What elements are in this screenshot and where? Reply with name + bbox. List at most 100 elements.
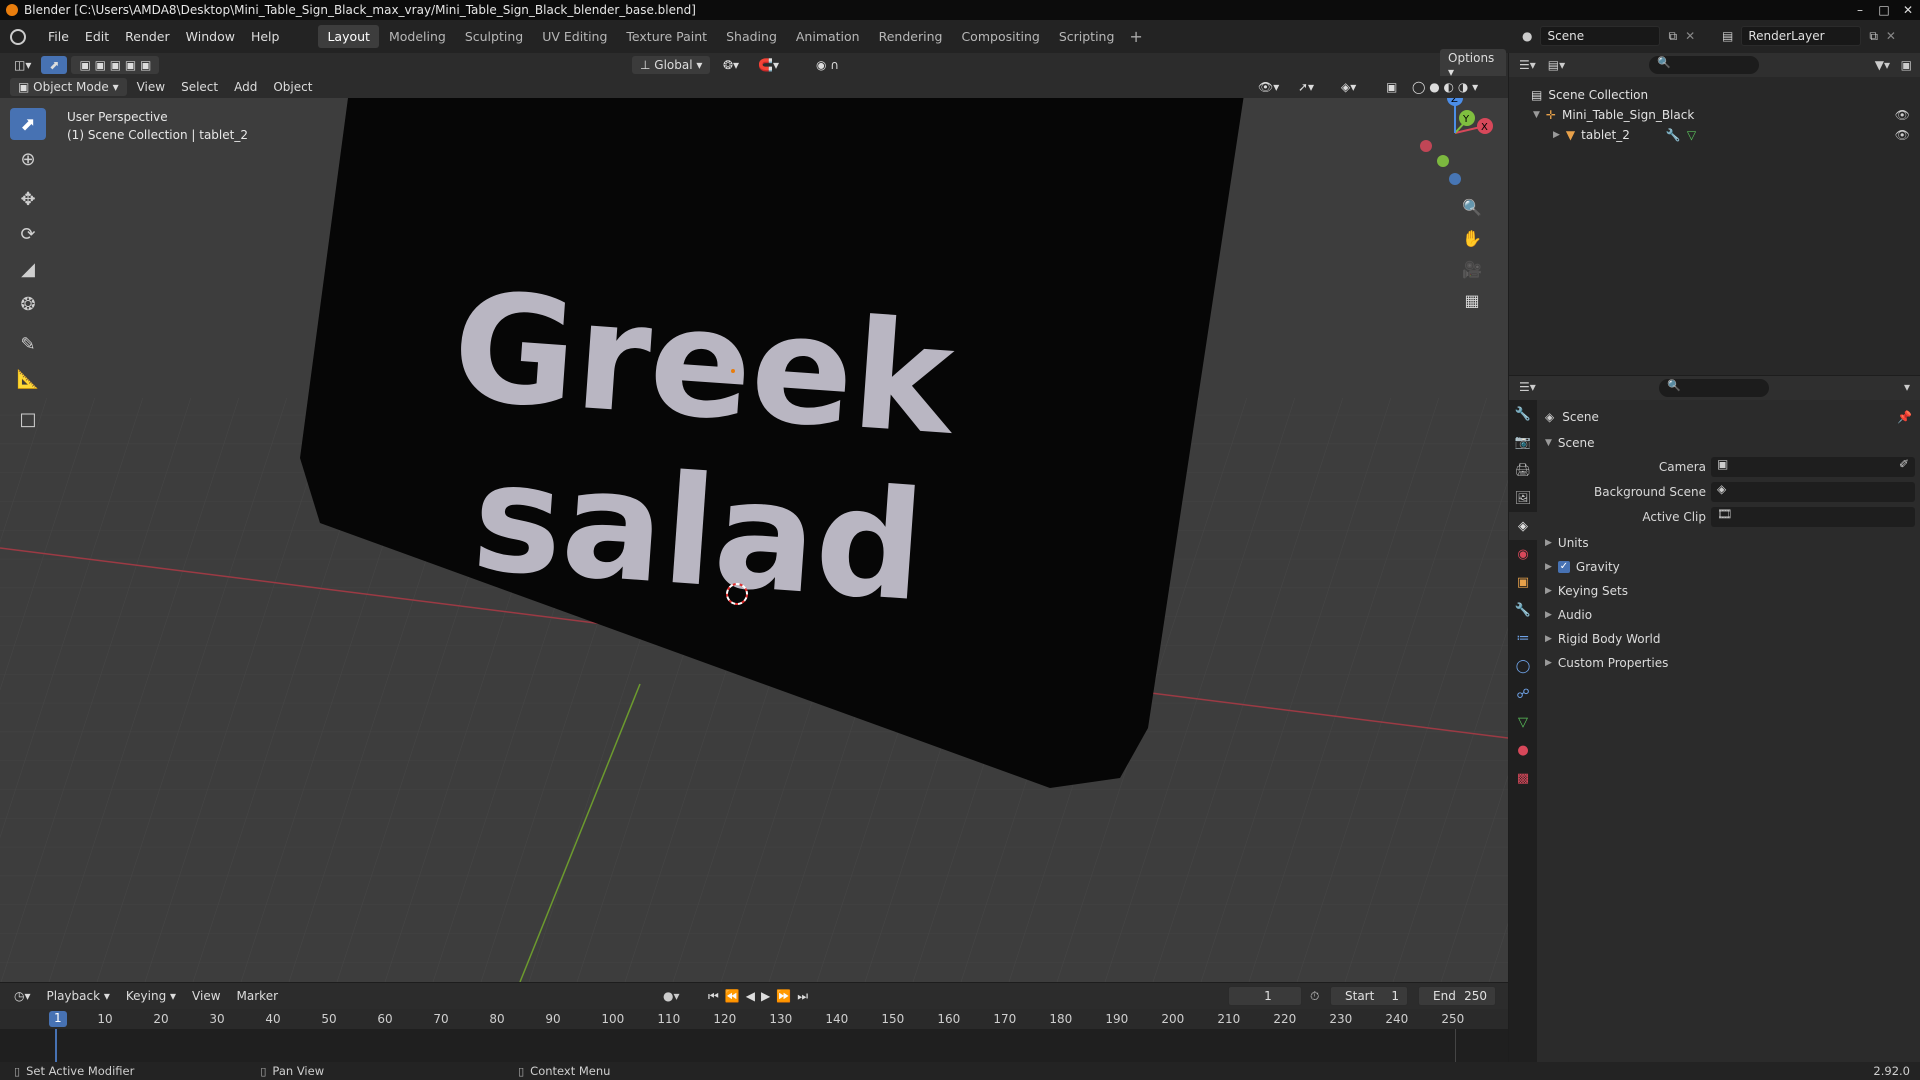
rotate-tool-icon[interactable]: ⟳ xyxy=(10,218,46,250)
overlays-icon[interactable]: ◈▾ xyxy=(1333,77,1364,97)
prev-keyframe-icon[interactable]: ⏪ xyxy=(725,989,746,1003)
modifier-icon[interactable]: 🔧 xyxy=(1666,128,1681,142)
mode-dropdown[interactable]: ▣ Object Mode ▾ xyxy=(10,78,127,96)
panel-gravity[interactable]: ▶ ✓ Gravity xyxy=(1537,556,1920,578)
new-collection-icon[interactable]: ▣ xyxy=(1901,58,1912,72)
visibility-eye-icon[interactable]: 👁 xyxy=(1895,108,1910,122)
play-reverse-icon[interactable]: ◀ xyxy=(746,989,761,1003)
scene-tab-icon[interactable]: ◈ xyxy=(1509,512,1537,540)
xray-icon[interactable]: ▣ xyxy=(1378,77,1405,97)
current-frame-indicator[interactable]: 1 xyxy=(49,1011,67,1027)
outliner-row-scene-collection[interactable]: ▤ Scene Collection xyxy=(1509,85,1920,105)
tab-layout[interactable]: Layout xyxy=(318,25,379,48)
expand-icon[interactable]: ▶ xyxy=(1553,130,1560,140)
3d-viewport[interactable]: Greek salad X Y Z User Perspective (1) S… xyxy=(0,98,1508,982)
constraints-tab-icon[interactable]: ☍ xyxy=(1509,680,1537,708)
proportional-edit-icon[interactable]: ◉ ∩ xyxy=(808,55,847,75)
tool-tab-icon[interactable]: 🔧 xyxy=(1509,400,1537,428)
mesh-data-icon[interactable]: ▽ xyxy=(1687,128,1696,142)
select-mode-icons[interactable]: ▣ ▣ ▣ ▣ ▣ xyxy=(71,56,160,74)
panel-keying-sets[interactable]: ▶ Keying Sets xyxy=(1537,580,1920,602)
scene-icon[interactable]: ● xyxy=(1522,29,1532,43)
panel-scene-header[interactable]: ▼ Scene xyxy=(1537,432,1920,454)
texture-tab-icon[interactable]: ▩ xyxy=(1509,764,1537,792)
tab-rendering[interactable]: Rendering xyxy=(870,25,952,48)
move-tool-icon[interactable]: ✥ xyxy=(10,183,46,215)
tab-modeling[interactable]: Modeling xyxy=(380,25,455,48)
jump-end-icon[interactable]: ⏭ xyxy=(797,989,814,1003)
panel-rigid-body-world[interactable]: ▶ Rigid Body World xyxy=(1537,628,1920,650)
menu-select[interactable]: Select xyxy=(173,77,226,97)
filter-icon[interactable]: ▼▾ xyxy=(1875,58,1890,72)
view-layer-field[interactable]: RenderLayer xyxy=(1741,26,1862,46)
scale-tool-icon[interactable]: ◢ xyxy=(10,253,46,285)
transform-tool-icon[interactable]: ❂ xyxy=(10,288,46,320)
outliner-editor-type-icon[interactable]: ☰▾ xyxy=(1519,58,1536,72)
maximize-icon[interactable]: □ xyxy=(1872,0,1896,20)
camera-field[interactable]: ▣ ✐ xyxy=(1711,457,1915,477)
gizmo-toggle-icon[interactable]: ➚▾ xyxy=(1290,77,1322,97)
menu-keying[interactable]: Keying ▾ xyxy=(118,986,184,1006)
outliner-row-empty[interactable]: ▼ ✛ Mini_Table_Sign_Black 👁 xyxy=(1509,105,1920,125)
tab-scripting[interactable]: Scripting xyxy=(1050,25,1124,48)
props-editor-type-icon[interactable]: ☰▾ xyxy=(1519,380,1536,394)
tab-sculpting[interactable]: Sculpting xyxy=(456,25,532,48)
select-box-tool-icon[interactable]: ⬈ xyxy=(10,108,46,140)
tab-shading[interactable]: Shading xyxy=(717,25,786,48)
menu-edit[interactable]: Edit xyxy=(77,29,117,44)
annotate-tool-icon[interactable]: ✎ xyxy=(10,328,46,360)
timeline-ruler[interactable]: 1 10 20 30 40 50 60 70 80 90 100 110 120 130 140 150 16… xyxy=(0,1009,1508,1029)
panel-units[interactable]: ▶ Units xyxy=(1537,532,1920,554)
shading-modes-icons[interactable]: ◯ ● ◐ ◑ ▾ xyxy=(1404,77,1486,97)
auto-keying-icon[interactable]: ●▾ xyxy=(663,989,680,1003)
world-tab-icon[interactable]: ◉ xyxy=(1509,540,1537,568)
editor-type-icon[interactable]: ◫▾ xyxy=(6,55,39,75)
minimize-icon[interactable]: – xyxy=(1848,0,1872,20)
tab-uv-editing[interactable]: UV Editing xyxy=(533,25,616,48)
scene-name-field[interactable]: Scene xyxy=(1540,26,1661,46)
menu-playback[interactable]: Playback ▾ xyxy=(39,986,118,1006)
remove-layer-icon[interactable]: ✕ xyxy=(1886,29,1896,43)
timeline-track-area[interactable] xyxy=(0,1029,1508,1062)
menu-timeline-view[interactable]: View xyxy=(184,986,228,1006)
menu-view[interactable]: View xyxy=(129,77,173,97)
view-layer-icon[interactable]: ▤ xyxy=(1722,29,1733,43)
gravity-checkbox[interactable]: ✓ xyxy=(1557,561,1570,573)
cursor-tool-icon[interactable]: ⊕ xyxy=(10,143,46,175)
current-frame-field[interactable]: 1 xyxy=(1228,986,1302,1006)
props-search-input[interactable]: 🔍 xyxy=(1659,379,1769,397)
select-tool-icon[interactable]: ⬈ xyxy=(41,56,68,74)
tab-texture-paint[interactable]: Texture Paint xyxy=(617,25,716,48)
pan-hand-icon[interactable]: ✋ xyxy=(1458,224,1486,252)
object-tab-icon[interactable]: ▣ xyxy=(1509,568,1537,596)
timeline-editor-type-icon[interactable]: ◷▾ xyxy=(6,986,39,1006)
menu-add[interactable]: Add xyxy=(226,77,265,97)
tab-compositing[interactable]: Compositing xyxy=(952,25,1048,48)
menu-help[interactable]: Help xyxy=(243,29,288,44)
transform-orientation-dropdown[interactable]: ⊥ Global ▾ xyxy=(632,56,711,74)
ortho-grid-icon[interactable]: ▦ xyxy=(1458,286,1486,314)
material-tab-icon[interactable]: ● xyxy=(1509,736,1537,764)
output-tab-icon[interactable]: 🖨 xyxy=(1509,456,1537,484)
active-clip-field[interactable]: 🎞 xyxy=(1711,507,1915,527)
expand-icon[interactable]: ▼ xyxy=(1533,110,1540,120)
modifier-tab-icon[interactable]: 🔧 xyxy=(1509,596,1537,624)
menu-window[interactable]: Window xyxy=(178,29,243,44)
next-keyframe-icon[interactable]: ⏩ xyxy=(776,989,797,1003)
view-layer-tab-icon[interactable]: 🖼 xyxy=(1509,484,1537,512)
stopwatch-icon[interactable]: ⏱ xyxy=(1310,989,1319,1004)
play-icon[interactable]: ▶ xyxy=(761,989,776,1003)
new-scene-icon[interactable]: ⧉ xyxy=(1668,29,1677,44)
pin-icon[interactable]: 📌 xyxy=(1897,410,1912,424)
visibility-eye-icon[interactable]: 👁 xyxy=(1895,128,1910,142)
panel-custom-properties[interactable]: ▶ Custom Properties xyxy=(1537,652,1920,674)
outliner-search-input[interactable]: 🔍 xyxy=(1649,56,1759,74)
render-tab-icon[interactable]: 📷 xyxy=(1509,428,1537,456)
pivot-icon[interactable]: ❂▾ xyxy=(715,55,747,75)
panel-audio[interactable]: ▶ Audio xyxy=(1537,604,1920,626)
tab-animation[interactable]: Animation xyxy=(787,25,869,48)
end-frame-field[interactable]: End 250 xyxy=(1418,986,1496,1006)
menu-file[interactable]: File xyxy=(40,29,77,44)
start-frame-field[interactable]: Start 1 xyxy=(1330,986,1408,1006)
zoom-icon[interactable]: 🔍 xyxy=(1458,193,1486,221)
